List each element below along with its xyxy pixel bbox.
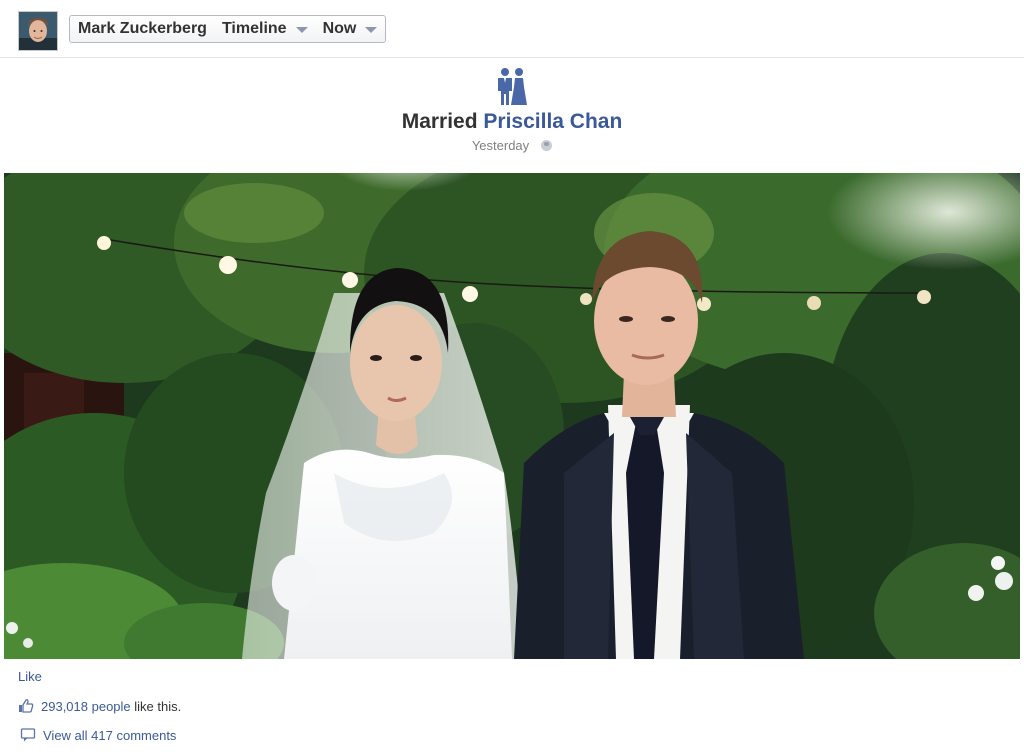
partner-link[interactable]: Priscilla Chan <box>483 110 622 133</box>
wedding-photo[interactable] <box>4 173 1020 659</box>
married-couple-icon <box>498 68 527 105</box>
period-dropdown-label: Now <box>322 20 357 37</box>
period-dropdown[interactable]: Now <box>323 20 378 38</box>
likes-count-link[interactable]: 293,018 people <box>41 699 131 714</box>
chevron-down-icon <box>365 27 378 33</box>
timeline-breadcrumb: Mark Zuckerberg Timeline Now <box>69 15 387 43</box>
profile-avatar[interactable] <box>18 11 58 51</box>
life-event-time[interactable]: Yesterday <box>472 138 529 153</box>
likes-summary: 293,018 people like this. <box>18 698 181 714</box>
likes-suffix: like this. <box>134 698 182 714</box>
timeline-header-bar: Mark Zuckerberg Timeline Now <box>0 0 1024 58</box>
comment-bubble-icon <box>20 728 36 742</box>
view-comments-link[interactable]: View all 417 comments <box>20 727 176 743</box>
life-event-meta: Yesterday <box>0 138 1024 153</box>
avatar-image <box>19 12 57 50</box>
life-event-title: Married Priscilla Chan <box>0 110 1024 134</box>
breadcrumb-profile-name[interactable]: Mark Zuckerberg <box>78 20 207 38</box>
globe-icon[interactable] <box>541 140 553 151</box>
timeline-dropdown[interactable]: Timeline <box>222 20 308 38</box>
timeline-dropdown-label: Timeline <box>221 20 287 37</box>
thumbs-up-icon <box>19 699 34 713</box>
life-event-prefix: Married <box>401 110 478 133</box>
timeline-page: Mark Zuckerberg Timeline Now Married Pri… <box>0 0 1024 755</box>
chevron-down-icon <box>295 27 308 33</box>
like-button[interactable]: Like <box>18 669 42 684</box>
wedding-photo-image <box>4 173 1020 659</box>
view-comments-label: View all 417 comments <box>43 727 177 743</box>
